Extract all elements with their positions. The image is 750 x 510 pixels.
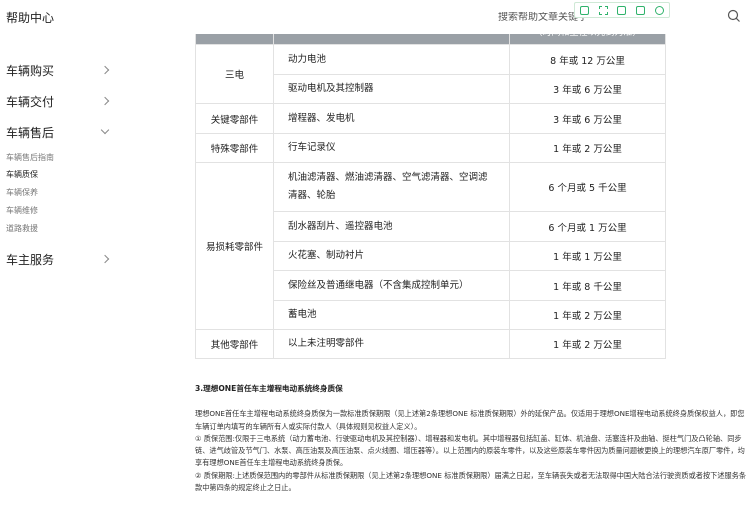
sidebar-item-label: 车辆交付 (6, 94, 55, 109)
paragraph: ② 质保期限:上述质保范围内的零部件从标准质保期限（见上述第2条理想ONE 标准… (195, 470, 747, 493)
sidebar-subitem-warranty[interactable]: 车辆质保 (6, 169, 38, 180)
sidebar-subitem-guide[interactable]: 车辆售后指南 (6, 152, 54, 163)
sidebar-subitem-repair[interactable]: 车辆维修 (6, 205, 38, 216)
extension-toolbar (574, 2, 670, 18)
table-cell-term: 1 年或 1 万公里 (509, 241, 666, 271)
table-cell-part: 保险丝及普通继电器（不含集成控制单元） (273, 270, 510, 301)
table-cell-category: 关键零部件 (195, 103, 274, 134)
table-cell-term: 1 年或 8 千公里 (509, 270, 666, 301)
bookmark-icon[interactable] (579, 5, 589, 15)
section-title: 3.理想ONE首任车主增程电动系统终身质保 (195, 384, 343, 393)
chevron-right-icon (100, 254, 110, 264)
chevron-down-icon (100, 125, 110, 135)
paragraph: ① 质保范围:仅限于三电系统（动力蓄电池、行驶驱动电机及其控制器）、增程器和发电… (195, 433, 745, 468)
table-cell-part: 动力电池 (273, 44, 510, 75)
sidebar-item-owner-services[interactable]: 车主服务 (6, 249, 114, 269)
sidebar-item-delivery[interactable]: 车辆交付 (6, 91, 114, 111)
table-cell-part: 蓄电池 (273, 300, 510, 330)
sidebar-subitem-maintenance[interactable]: 车辆保养 (6, 187, 38, 198)
table-cell-part: 以上未注明零部件 (273, 329, 510, 359)
sidebar-item-label: 车辆售后 (6, 125, 55, 140)
table-row: 易损耗零部件 机油滤清器、燃油滤清器、空气滤清器、空调滤清器、轮胎 6 个月或 … (195, 162, 666, 330)
table-cell-term: 1 年或 2 万公里 (509, 300, 666, 330)
save-icon[interactable] (617, 5, 627, 15)
search-icon[interactable] (726, 8, 742, 24)
table-cell-part: 行车记录仪 (273, 133, 510, 163)
share-icon[interactable] (636, 5, 646, 15)
table-cell-term: 3 年或 6 万公里 (509, 103, 666, 134)
table-cell-term: 8 年或 12 万公里 (509, 44, 666, 75)
chevron-right-icon (100, 65, 110, 75)
sidebar: 车辆购买 车辆交付 车辆售后 车辆售后指南 车辆质保 车辆保养 车辆维修 道路救… (0, 34, 120, 510)
table-row: 特殊零部件 行车记录仪 1 年或 2 万公里 (195, 133, 666, 163)
table-cell-part: 驱动电机及其控制器 (273, 74, 510, 104)
sidebar-item-label: 车主服务 (6, 252, 55, 267)
table-cell-category: 特殊零部件 (195, 133, 274, 163)
settings-icon[interactable] (655, 5, 665, 15)
table-cell-category: 三电 (195, 44, 274, 104)
table-cell-term: 1 年或 2 万公里 (509, 133, 666, 163)
table-cell-part: 火花塞、制动衬片 (273, 241, 510, 271)
article-content: 3.理想ONE首任车主增程电动系统终身质保 理想ONE首任车主增程电动系统终身质… (195, 383, 747, 494)
table-cell-category: 其他零部件 (195, 329, 274, 359)
table-row: 关键零部件 增程器、发电机 3 年或 6 万公里 (195, 103, 666, 134)
table-row: 三电 动力电池 8 年或 12 万公里 (195, 44, 666, 104)
table-cell-term: 3 年或 6 万公里 (509, 74, 666, 104)
expand-icon[interactable] (598, 5, 608, 15)
table-cell-part: 刮水器刮片、遥控器电池 (273, 211, 510, 242)
sidebar-item-aftersales[interactable]: 车辆售后 (6, 122, 114, 142)
table-cell-category: 易损耗零部件 (195, 162, 274, 330)
app-title[interactable]: 帮助中心 (6, 9, 54, 26)
table-row: 其他零部件 以上未注明零部件 1 年或 2 万公里 (195, 329, 666, 359)
paragraph: 理想ONE首任车主增程电动系统终身质保为一款标准质保期限（见上述第2条理想ONE… (195, 409, 745, 431)
table-cell-part: 机油滤清器、燃油滤清器、空气滤清器、空调滤清器、轮胎 (273, 162, 510, 212)
table-cell-term: 6 个月或 5 千公里 (509, 162, 666, 212)
chevron-right-icon (100, 96, 110, 106)
sidebar-item-purchase[interactable]: 车辆购买 (6, 60, 114, 80)
table-cell-term: 1 年或 2 万公里 (509, 329, 666, 359)
warranty-table: （时间和里程以先到为准） 三电 动力电池 8 年或 12 万公里 驱动电机及其控… (195, 0, 666, 359)
table-cell-part: 增程器、发电机 (273, 103, 510, 134)
sidebar-subitem-rescue[interactable]: 道路救援 (6, 223, 38, 234)
table-cell-term: 6 个月或 1 万公里 (509, 211, 666, 242)
sidebar-item-label: 车辆购买 (6, 63, 55, 78)
